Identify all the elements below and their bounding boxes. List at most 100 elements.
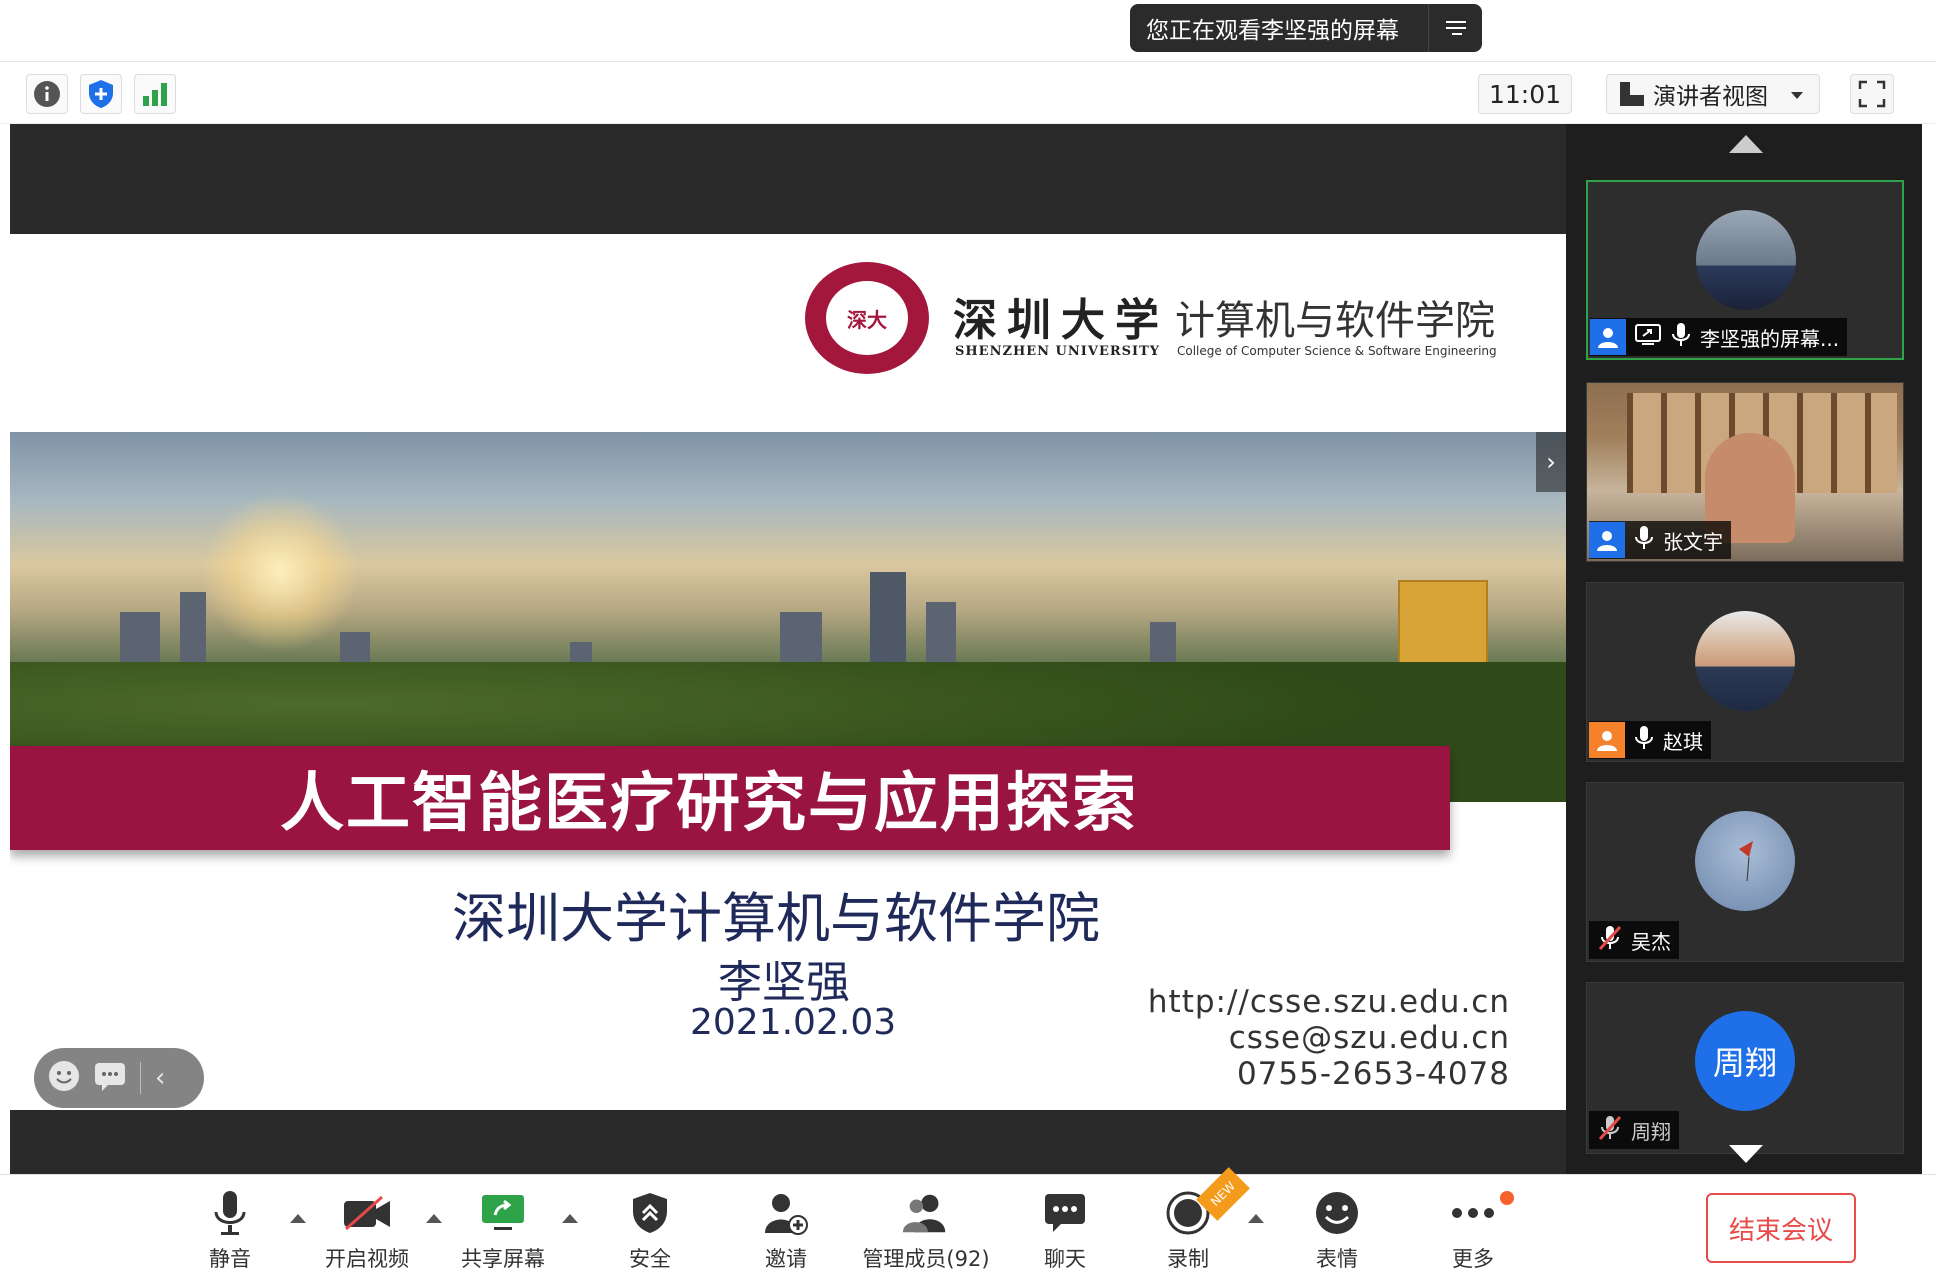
signal-icon[interactable] — [134, 74, 176, 114]
reactions-button[interactable]: 表情 — [1282, 1189, 1392, 1275]
avatar: 周翔 — [1695, 1011, 1795, 1111]
fullscreen-icon[interactable] — [1850, 74, 1894, 114]
participant-tile[interactable]: 吴杰 — [1586, 782, 1904, 962]
share-screen-button[interactable]: 共享屏幕 — [448, 1189, 558, 1275]
participant-tile[interactable]: 周翔 周翔 — [1586, 982, 1904, 1154]
divider — [140, 1062, 141, 1094]
college-name-en: College of Computer Science & Software E… — [1177, 344, 1497, 358]
shield-icon[interactable] — [80, 74, 122, 114]
chat-bubble-icon[interactable] — [94, 1061, 126, 1095]
participant-tile[interactable]: 张文宇 — [1586, 382, 1904, 562]
university-seal: 深大 — [805, 262, 929, 374]
university-name-en: SHENZHEN UNIVERSITY — [955, 344, 1161, 359]
participant-name-bar: 张文宇 — [1589, 521, 1731, 559]
emoji-icon[interactable] — [48, 1060, 80, 1096]
chevron-up-icon[interactable] — [560, 1211, 580, 1225]
user-icon — [1590, 319, 1626, 355]
camera-off-icon — [342, 1189, 392, 1237]
contact-website: http://csse.szu.edu.cn — [1147, 984, 1510, 1020]
user-icon — [1589, 522, 1625, 558]
reactions-label: 表情 — [1316, 1247, 1358, 1271]
microphone-icon — [1633, 525, 1655, 556]
participants-label: 管理成员(92) — [862, 1247, 990, 1271]
view-mode-label: 演讲者视图 — [1653, 84, 1768, 110]
invite-button[interactable]: 邀请 — [731, 1189, 841, 1275]
presentation-slide: 深大 深圳大学 SHENZHEN UNIVERSITY 计算机与软件学院 Col… — [10, 234, 1566, 1110]
university-name-cn: 深圳大学 — [953, 295, 1169, 346]
participants-icon — [901, 1189, 951, 1237]
avatar — [1696, 210, 1796, 310]
scroll-up-icon[interactable] — [1726, 132, 1766, 156]
annotation-float-bar[interactable]: ‹ — [34, 1048, 204, 1108]
participant-name: 周翔 — [1631, 1119, 1671, 1144]
participant-gallery: 李坚强的屏幕... 张文宇 赵琪 吴杰 周翔 周翔 — [1566, 124, 1922, 1174]
chat-label: 聊天 — [1044, 1247, 1086, 1271]
list-icon[interactable] — [1428, 4, 1482, 52]
mute-label: 静音 — [209, 1247, 251, 1271]
kite-icon — [1739, 841, 1753, 882]
participant-tile[interactable]: 李坚强的屏幕... — [1586, 180, 1904, 360]
chat-icon — [1040, 1189, 1090, 1237]
meeting-window: 您正在观看李坚强的屏幕 11:01 演讲者视图 深大 深圳大学 SHENZHEN… — [0, 0, 1936, 1283]
view-mode-dropdown[interactable]: 演讲者视图 — [1606, 74, 1820, 114]
slide-title: 人工智能医疗研究与应用探索 — [280, 767, 1138, 841]
participant-name-bar: 赵琪 — [1589, 721, 1711, 759]
more-label: 更多 — [1452, 1247, 1494, 1271]
slide-presenter: 李坚强 — [718, 957, 850, 1008]
screen-share-banner[interactable]: 您正在观看李坚强的屏幕 — [1130, 4, 1482, 52]
chat-button[interactable]: 聊天 — [1010, 1189, 1120, 1275]
share-banner-text: 您正在观看李坚强的屏幕 — [1146, 18, 1399, 44]
college-name-cn: 计算机与软件学院 — [1175, 298, 1495, 344]
university-logo: 深大 深圳大学 SHENZHEN UNIVERSITY 计算机与软件学院 Col… — [805, 262, 1525, 382]
chevron-up-icon[interactable] — [288, 1211, 308, 1225]
video-label: 开启视频 — [325, 1247, 409, 1271]
slide-contact: http://csse.szu.edu.cn csse@szu.edu.cn 0… — [1148, 984, 1510, 1092]
share-label: 共享屏幕 — [461, 1247, 545, 1271]
chevron-up-icon[interactable] — [424, 1211, 444, 1225]
screen-share-icon — [1634, 323, 1662, 352]
microphone-icon — [205, 1189, 255, 1237]
notification-dot — [1500, 1191, 1514, 1205]
add-user-icon — [761, 1189, 811, 1237]
chevron-left-icon[interactable]: ‹ — [155, 1063, 165, 1093]
avatar-initials: 周翔 — [1712, 1044, 1777, 1082]
microphone-icon — [1633, 725, 1655, 756]
manage-participants-button[interactable]: 管理成员(92) — [856, 1189, 996, 1275]
meeting-clock: 11:01 — [1478, 74, 1572, 114]
mute-button[interactable]: 静音 — [175, 1189, 285, 1275]
avatar — [1695, 811, 1795, 911]
end-meeting-button[interactable]: 结束会议 — [1706, 1193, 1856, 1263]
speaker-view-icon — [1619, 81, 1645, 107]
invite-label: 邀请 — [765, 1247, 807, 1271]
participant-name-bar: 吴杰 — [1589, 921, 1679, 959]
title-strip: 您正在观看李坚强的屏幕 — [0, 0, 1936, 62]
slide-institution: 深圳大学计算机与软件学院 — [452, 887, 1100, 950]
participant-name-bar: 周翔 — [1589, 1111, 1679, 1149]
security-label: 安全 — [629, 1247, 671, 1271]
meeting-controls: 静音 开启视频 共享屏幕 安全 邀请 管理成员(92) 聊天 录制 NEW 表情… — [0, 1167, 1936, 1283]
user-icon — [1589, 722, 1625, 758]
chevron-right-icon[interactable]: › — [1536, 432, 1566, 492]
participant-name: 赵琪 — [1663, 729, 1703, 754]
shared-screen-area: 深大 深圳大学 SHENZHEN UNIVERSITY 计算机与软件学院 Col… — [10, 124, 1566, 1174]
share-screen-icon — [478, 1189, 528, 1237]
scroll-down-icon[interactable] — [1726, 1142, 1766, 1166]
sun-glow — [200, 492, 360, 652]
chevron-up-icon[interactable] — [1246, 1211, 1266, 1225]
more-icon — [1448, 1189, 1498, 1237]
seal-inner: 深大 — [823, 278, 911, 358]
microphone-icon — [1670, 322, 1692, 353]
participant-name: 张文宇 — [1663, 529, 1723, 554]
info-icon[interactable] — [26, 74, 68, 114]
participant-tile[interactable]: 赵琪 — [1586, 582, 1904, 762]
record-label: 录制 — [1167, 1247, 1209, 1271]
start-video-button[interactable]: 开启视频 — [312, 1189, 422, 1275]
shield-icon — [625, 1189, 675, 1237]
participant-name-bar: 李坚强的屏幕... — [1590, 318, 1848, 356]
microphone-muted-icon — [1589, 1115, 1623, 1146]
security-button[interactable]: 安全 — [595, 1189, 705, 1275]
contact-email: csse@szu.edu.cn — [1228, 1020, 1510, 1056]
smiley-icon — [1312, 1189, 1362, 1237]
meeting-info-bar: 11:01 演讲者视图 — [0, 62, 1936, 124]
slide-date: 2021.02.03 — [690, 1002, 897, 1043]
